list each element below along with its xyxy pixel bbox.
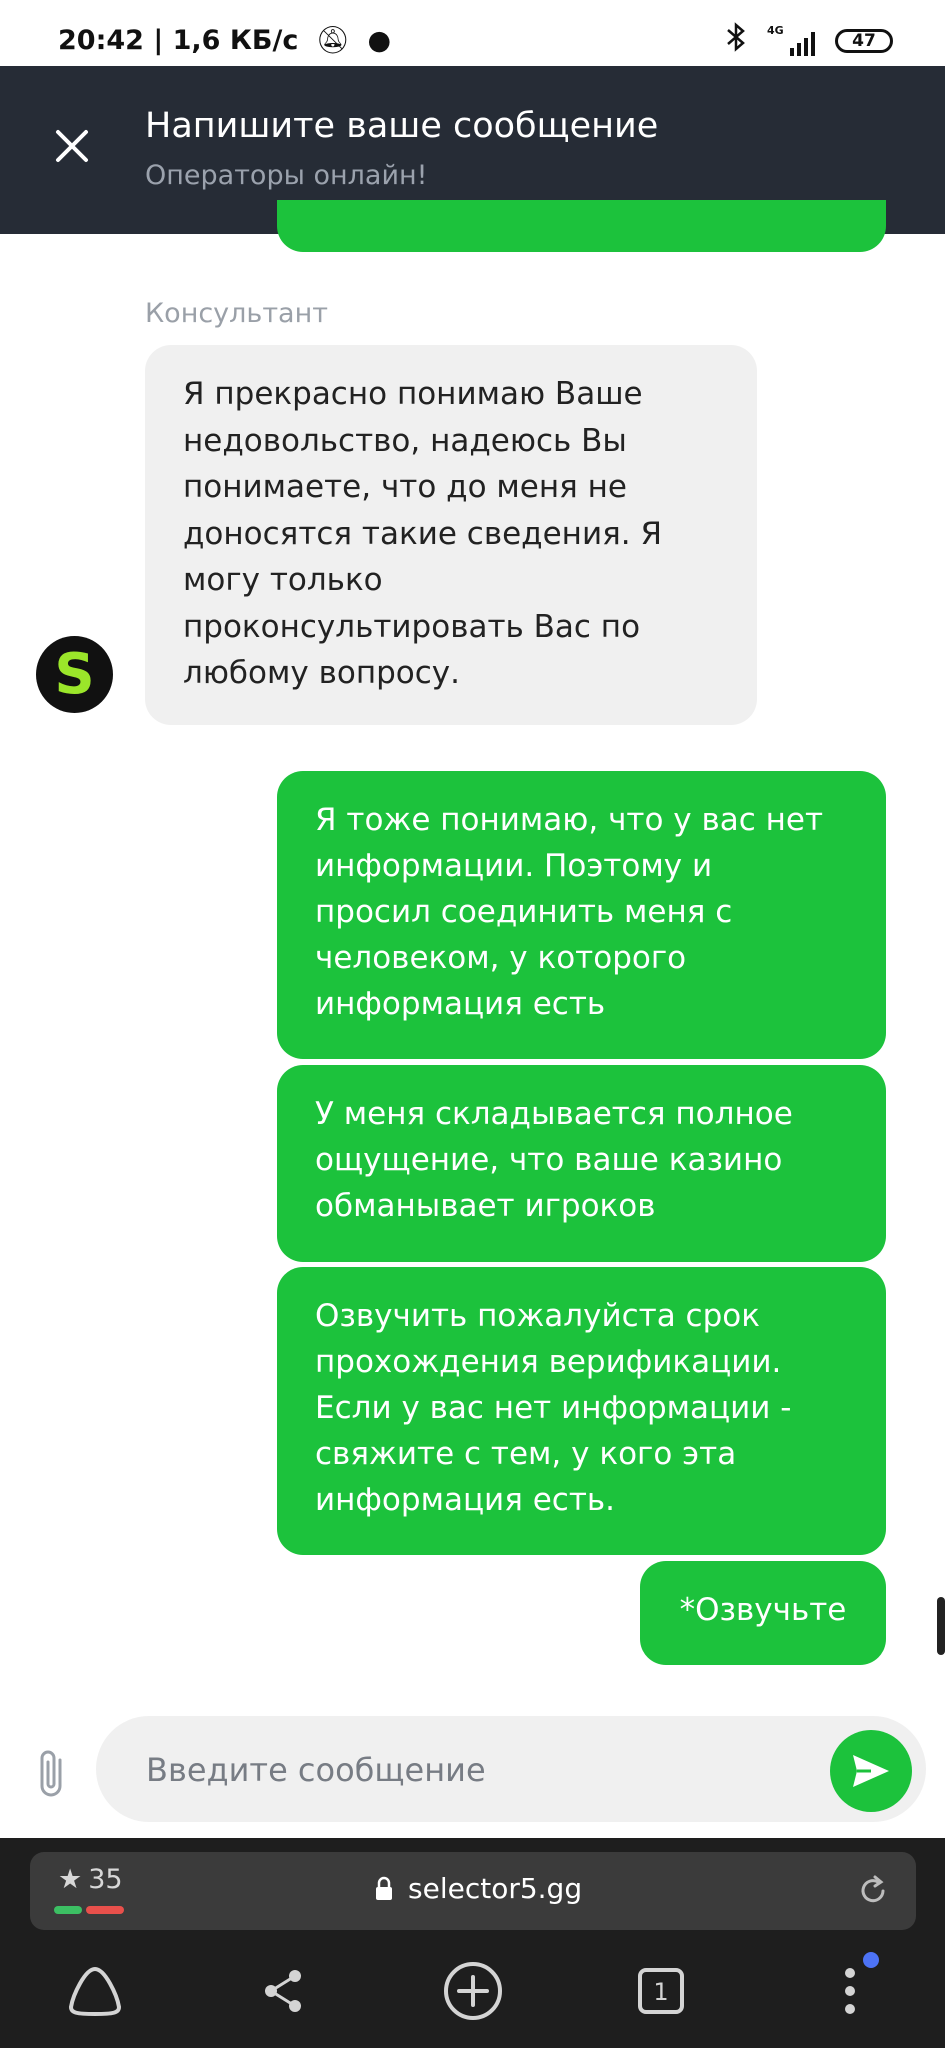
bottom-navigation: 1: [0, 1952, 945, 2048]
user-message: Озвучить пожалуйста срок прохождения вер…: [277, 1267, 886, 1555]
message-input-container: [96, 1716, 926, 1824]
bluetooth-icon: [725, 22, 747, 59]
header-title: Напишите ваше сообщение: [145, 106, 659, 146]
status-speed: 1,6 КБ/с: [172, 25, 299, 56]
user-message: Я тоже понимаю, что у вас нет информации…: [277, 771, 886, 1059]
tabs-button[interactable]: 1: [626, 1956, 696, 2026]
paperclip-icon: [40, 1750, 62, 1797]
network-type: 4G: [767, 23, 784, 37]
status-time: 20:42: [58, 25, 144, 56]
home-button[interactable]: [60, 1956, 130, 2026]
reload-button[interactable]: [854, 1872, 892, 1910]
status-left: 20:42 | 1,6 КБ/с 🔕︎ ●: [58, 25, 392, 56]
star-icon: ★: [58, 1864, 83, 1895]
previous-message-bubble: [277, 200, 886, 252]
battery-level: 47: [852, 30, 876, 51]
bell-off-icon: 🔕︎: [315, 25, 351, 56]
flame-icon: ●: [367, 25, 392, 56]
menu-button[interactable]: [815, 1952, 885, 2026]
message-input[interactable]: [144, 1716, 788, 1824]
tab-count: 1: [653, 1978, 668, 2006]
user-message: *Озвучьте: [640, 1561, 886, 1665]
notification-dot: [863, 1952, 879, 1968]
rating-bar: [54, 1906, 126, 1914]
address-bar[interactable]: ★ 35 selector5.gg: [30, 1852, 916, 1930]
share-button[interactable]: [248, 1956, 318, 2026]
reload-icon: [861, 1875, 885, 1903]
battery-icon: 47: [835, 28, 893, 53]
close-button[interactable]: [44, 118, 100, 174]
sender-label: Консультант: [145, 298, 328, 329]
avatar-letter: S: [54, 642, 95, 707]
send-icon: [853, 1755, 889, 1787]
url-text: selector5.gg: [408, 1872, 583, 1905]
close-icon: [56, 130, 88, 162]
url-display[interactable]: selector5.gg: [374, 1872, 582, 1905]
site-rating[interactable]: ★ 35: [58, 1864, 123, 1895]
avatar: S: [36, 636, 113, 713]
send-button[interactable]: [830, 1730, 912, 1812]
header-subtitle: Операторы онлайн!: [145, 160, 428, 191]
signal-icon: 4G: [767, 23, 815, 56]
rating-value: 35: [88, 1864, 123, 1895]
scrollbar[interactable]: [937, 1597, 945, 1655]
alice-icon: [68, 1966, 122, 2017]
browser-bar: ★ 35 selector5.gg 1: [0, 1838, 945, 2048]
share-icon: [265, 1970, 301, 2012]
status-bar: 20:42 | 1,6 КБ/с 🔕︎ ● 4G 47: [0, 0, 945, 66]
plus-circle-icon: [444, 1962, 502, 2020]
attach-button[interactable]: [30, 1746, 74, 1802]
status-right: 4G 47: [725, 22, 893, 59]
agent-message: Я прекрасно понимаю Ваше недовольство, н…: [145, 345, 757, 725]
user-message: У меня складывается полное ощущение, что…: [277, 1065, 886, 1262]
lock-icon: [376, 1876, 392, 1900]
tabs-icon: 1: [638, 1968, 684, 2014]
more-vertical-icon: [845, 1968, 855, 2014]
new-tab-button[interactable]: [438, 1956, 508, 2026]
